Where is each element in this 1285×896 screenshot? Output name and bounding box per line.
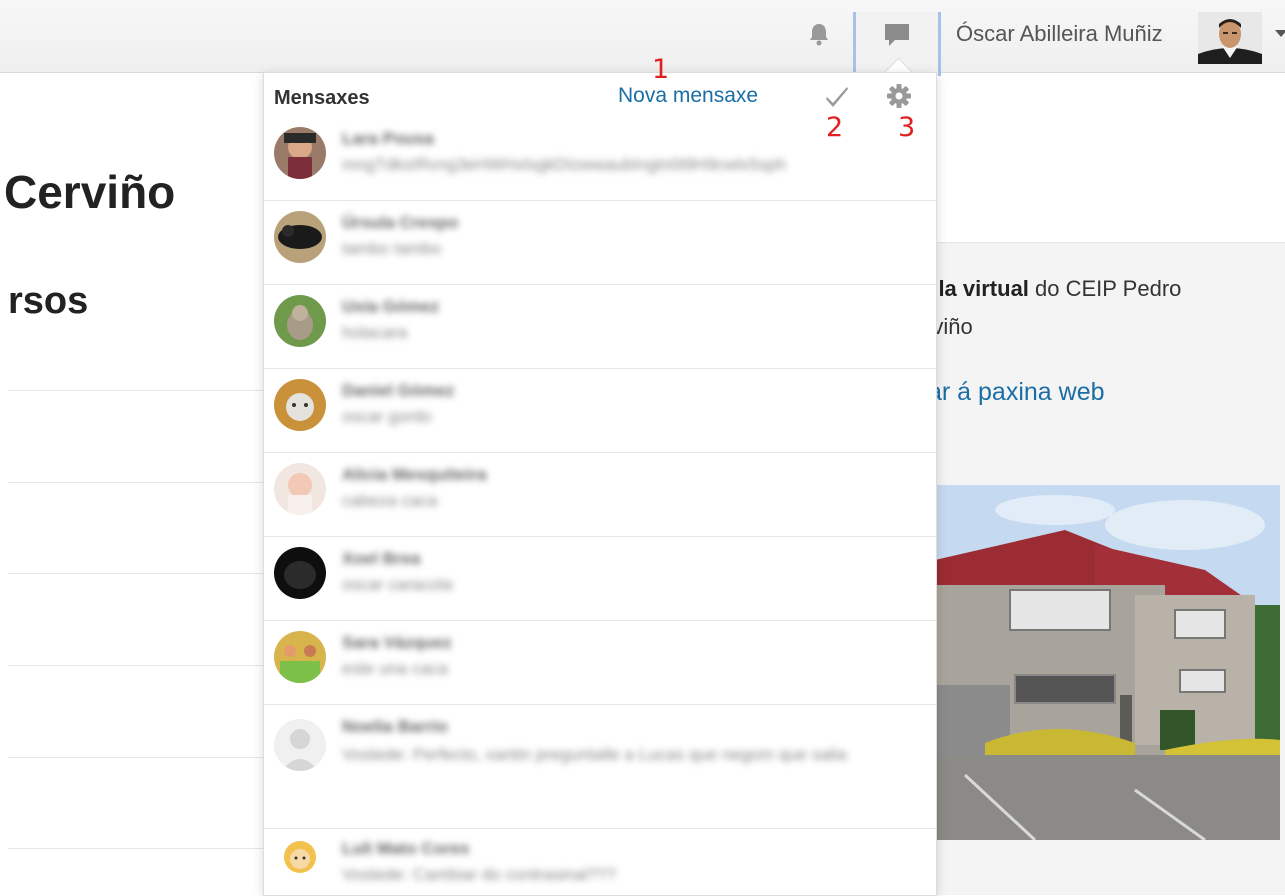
intro-text: ula virtual do CEIP Pedro rviño — [925, 270, 1275, 346]
contact-avatar-placeholder — [274, 719, 326, 771]
contact-avatar — [274, 463, 326, 515]
divider — [8, 390, 263, 391]
user-name[interactable]: Óscar Abilleira Muñiz — [956, 21, 1163, 47]
new-message-link[interactable]: Nova mensaxe — [618, 84, 758, 108]
conversation-item[interactable]: Xoel Brea oscar caracola — [264, 537, 936, 621]
conversation-item[interactable]: Alicia Mesquiteira cabeza caca — [264, 453, 936, 537]
divider — [8, 573, 263, 574]
contact-avatar — [274, 547, 326, 599]
message-preview: Vostede: Perfecto, xantin preguntalle a … — [342, 745, 847, 764]
contact-avatar — [274, 379, 326, 431]
contact-avatar-emoji — [280, 837, 320, 877]
conversation-item[interactable]: Úrsula Crespo tambo tambo — [264, 201, 936, 285]
school-photo — [935, 485, 1280, 840]
message-preview: tambo tambo — [342, 239, 442, 258]
conversation-item[interactable]: Noelia Barrio Vostede: Perfecto, xantin … — [264, 705, 936, 829]
user-avatar[interactable] — [1198, 12, 1262, 64]
message-preview: este una caca — [342, 659, 448, 678]
chevron-down-icon[interactable] — [1275, 30, 1285, 37]
divider — [8, 848, 263, 849]
intro-rest: do CEIP Pedro — [1028, 276, 1182, 301]
messages-popover: Mensaxes Nova mensaxe Lara Pousa mngTdks… — [263, 72, 937, 896]
contact-avatar — [274, 295, 326, 347]
message-preview: cabeza caca — [342, 491, 438, 510]
website-link[interactable]: ar á paxina web — [928, 378, 1105, 407]
top-navbar: Óscar Abilleira Muñiz — [0, 0, 1285, 76]
divider — [8, 757, 263, 758]
message-preview: mngTdksIRvng3eHWHxlsgkDIzwwaubIngtn0t9H9… — [342, 155, 787, 174]
message-preview: Vostede: Cambiar do contrasinal??? — [342, 865, 617, 884]
section-title: rsos — [8, 280, 89, 322]
contact-avatar — [274, 631, 326, 683]
message-preview: holacara — [342, 323, 408, 342]
contact-avatar — [274, 211, 326, 263]
conversation-item[interactable]: Sara Vázquez este una caca — [264, 621, 936, 705]
annotation-1: 1 — [652, 54, 670, 85]
gear-icon[interactable] — [884, 81, 914, 111]
messages-title: Mensaxes — [274, 87, 370, 109]
conversation-item[interactable]: Daniel Gómez oscar gordo — [264, 369, 936, 453]
intro-bold: ula virtual — [925, 276, 1029, 301]
annotation-3: 3 — [898, 112, 916, 143]
message-preview: oscar gordo — [342, 407, 432, 426]
annotation-2: 2 — [826, 112, 844, 143]
page-title: Cerviño — [4, 166, 176, 218]
divider — [8, 482, 263, 483]
divider — [8, 665, 263, 666]
conversation-item[interactable]: Uxía Gómez holacara — [264, 285, 936, 369]
contact-avatar — [274, 127, 326, 179]
bell-icon[interactable] — [805, 20, 833, 48]
contact-name: Noelia Barrio — [342, 717, 448, 736]
message-preview: oscar caracola — [342, 575, 453, 594]
check-icon[interactable] — [822, 81, 852, 111]
conversation-item[interactable]: Luli Mato Cores Vostede: Cambiar do cont… — [264, 829, 936, 895]
